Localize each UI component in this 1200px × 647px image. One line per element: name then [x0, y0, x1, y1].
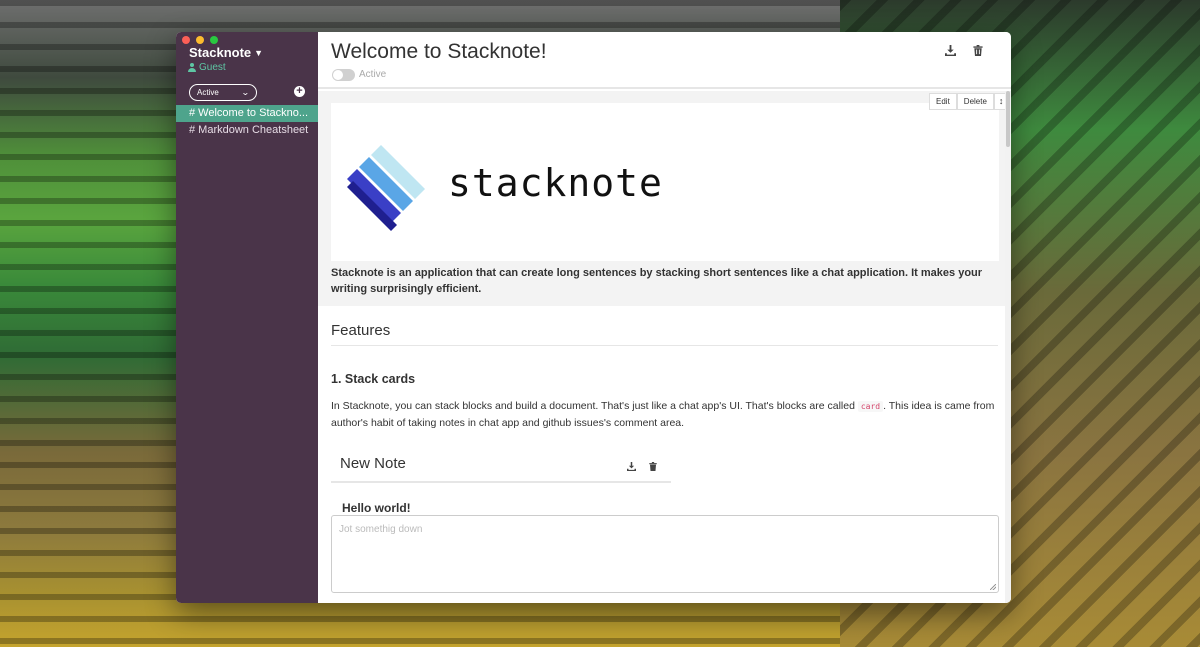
- window-controls: [182, 36, 218, 44]
- paragraph-text: In Stacknote, you can stack blocks and b…: [331, 400, 858, 412]
- paragraph: In Stacknote, you can stack blocks and b…: [331, 398, 998, 431]
- inline-code: card: [857, 401, 884, 412]
- logo-image: stacknote: [331, 103, 999, 261]
- minimize-window-button[interactable]: [196, 36, 204, 44]
- card[interactable]: stacknote Edit Delete ↕ Stacknote is an …: [318, 91, 1011, 306]
- user-name: Guest: [199, 62, 226, 73]
- card-body: Features 1. Stack cards In Stacknote, yo…: [318, 322, 1011, 593]
- note-list-item[interactable]: # Markdown Cheatsheet: [176, 122, 318, 139]
- filter-select[interactable]: Active ⌄: [189, 84, 257, 101]
- example-card-text: Hello world!: [342, 501, 411, 515]
- app-window: Stacknote ▼ Guest Active ⌄ + # Welcome t…: [176, 32, 1011, 603]
- chevron-down-icon: ⌄: [241, 88, 251, 97]
- editor-placeholder: Jot somethig down: [339, 524, 423, 535]
- toggle-label: Active: [359, 69, 387, 80]
- add-note-button[interactable]: +: [294, 86, 305, 97]
- example-note-title: New Note: [340, 455, 406, 472]
- note-content: stacknote Edit Delete ↕ Stacknote is an …: [318, 91, 1011, 603]
- example-note-header: New Note: [331, 449, 671, 483]
- filter-select-value: Active: [197, 88, 219, 97]
- scrollbar[interactable]: [1005, 91, 1011, 603]
- logo-text: stacknote: [448, 161, 663, 205]
- close-window-button[interactable]: [182, 36, 190, 44]
- download-icon: [627, 458, 636, 476]
- plus-circle-icon: +: [296, 85, 303, 97]
- card-text: Stacknote is an application that can cre…: [331, 267, 983, 295]
- maximize-window-button[interactable]: [210, 36, 218, 44]
- trash-icon[interactable]: [973, 43, 983, 61]
- active-toggle[interactable]: [332, 69, 355, 81]
- download-icon[interactable]: [945, 43, 956, 61]
- trash-icon: [649, 458, 657, 476]
- edit-button[interactable]: Edit: [929, 93, 957, 110]
- heading-stack-cards: 1. Stack cards: [331, 372, 416, 386]
- app-title: Stacknote: [189, 45, 252, 60]
- sidebar: Stacknote ▼ Guest Active ⌄ + # Welcome t…: [176, 32, 318, 603]
- main-panel: Welcome to Stacknote! Active stacknote E…: [318, 32, 1011, 603]
- note-header: Welcome to Stacknote! Active: [318, 32, 1011, 89]
- chevron-down-icon: ▼: [254, 47, 264, 58]
- note-list-item[interactable]: # Welcome to Stackno...: [176, 105, 318, 122]
- card-editor-textarea[interactable]: Jot somethig down: [331, 515, 999, 593]
- user-info: Guest: [188, 62, 226, 73]
- stacknote-logo-icon: [347, 145, 425, 231]
- user-icon: [188, 63, 196, 72]
- resize-handle-icon[interactable]: [990, 584, 996, 590]
- app-title-menu[interactable]: Stacknote ▼: [189, 45, 263, 60]
- heading-features: Features: [331, 322, 998, 346]
- page-title[interactable]: Welcome to Stacknote!: [331, 40, 547, 64]
- delete-button[interactable]: Delete: [956, 93, 994, 110]
- scrollbar-thumb[interactable]: [1006, 91, 1010, 147]
- note-list: # Welcome to Stackno... # Markdown Cheat…: [176, 105, 318, 139]
- card-toolbar: Edit Delete ↕: [929, 93, 1009, 110]
